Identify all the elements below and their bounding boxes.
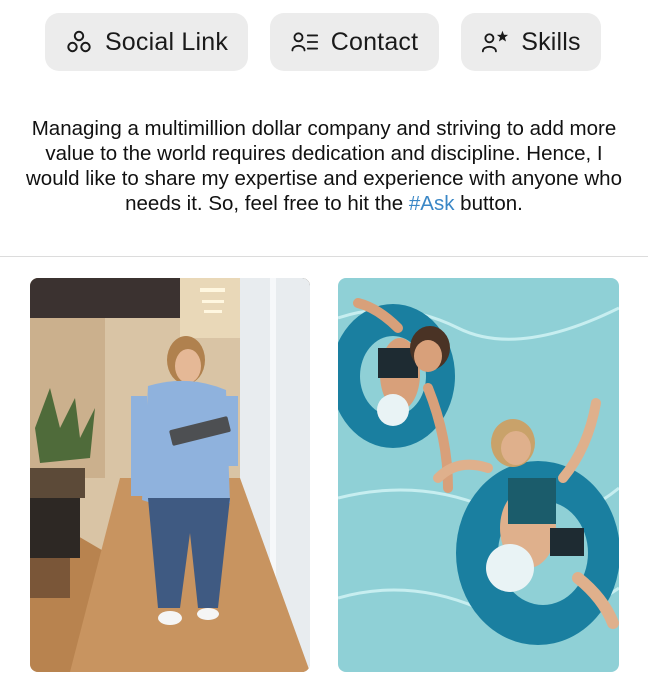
bio-suffix: button.: [454, 192, 523, 215]
contact-list-icon: [291, 28, 319, 56]
tab-contact-label: Contact: [330, 27, 419, 56]
pool-floats-image: [338, 278, 619, 672]
tab-social-link[interactable]: Social Link: [45, 13, 248, 71]
user-star-icon: [481, 28, 509, 56]
ask-link[interactable]: #Ask: [409, 192, 455, 215]
photo-pool-floats[interactable]: [338, 278, 619, 672]
tab-skills[interactable]: Skills: [461, 13, 601, 71]
section-divider: [0, 256, 648, 257]
tab-contact[interactable]: Contact: [270, 13, 439, 71]
profile-bio: Managing a multimillion dollar company a…: [20, 116, 628, 216]
bio-text: Managing a multimillion dollar company a…: [26, 117, 622, 215]
photo-woman-office[interactable]: [30, 278, 310, 672]
tab-social-link-label: Social Link: [104, 27, 229, 56]
tab-skills-label: Skills: [521, 27, 581, 56]
profile-tabs: Social Link Contact Skills: [0, 13, 648, 71]
office-hallway-image: [30, 278, 310, 672]
social-link-icon: [65, 28, 93, 56]
